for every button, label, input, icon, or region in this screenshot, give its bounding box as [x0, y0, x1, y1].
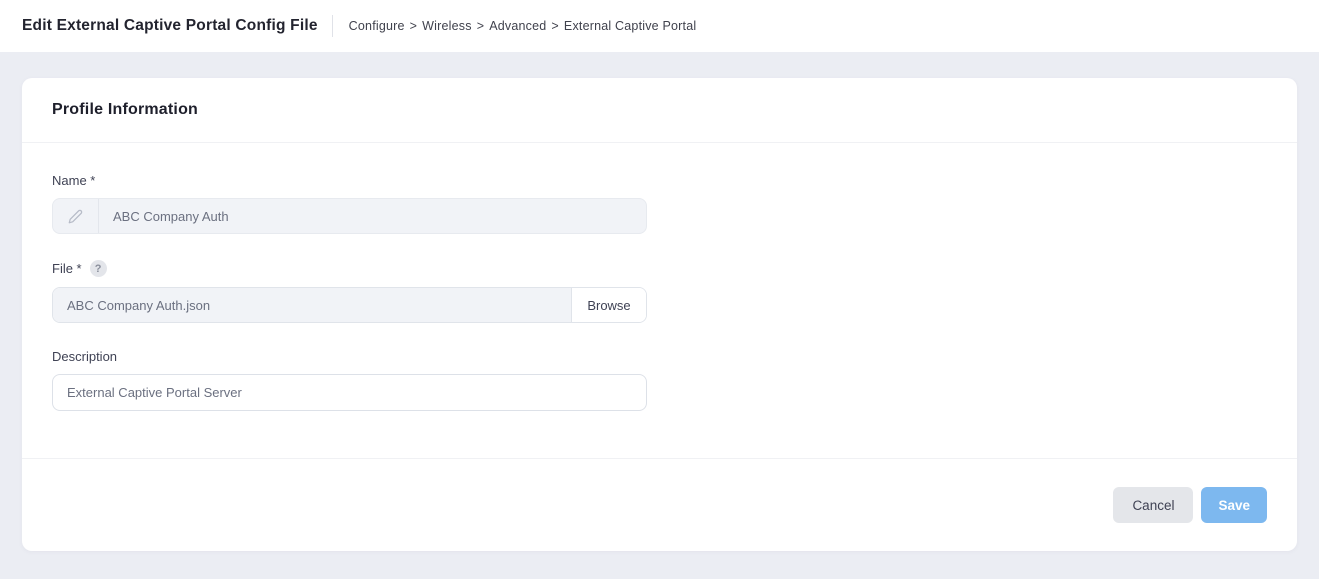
save-button[interactable]: Save [1201, 487, 1267, 523]
name-input-group [52, 198, 647, 234]
pencil-icon [53, 199, 99, 233]
card-title: Profile Information [52, 101, 1267, 119]
breadcrumb-item[interactable]: Advanced [489, 19, 546, 33]
card-header: Profile Information [22, 78, 1297, 143]
file-label: File * ? [52, 260, 647, 277]
breadcrumb-separator: > [551, 19, 559, 33]
name-field: Name * [52, 173, 647, 234]
description-field: Description [52, 349, 647, 411]
name-input[interactable] [99, 199, 646, 233]
help-icon[interactable]: ? [90, 260, 107, 277]
name-label: Name * [52, 173, 647, 188]
description-input[interactable] [52, 374, 647, 411]
breadcrumb[interactable]: Configure > Wireless > Advanced > External Cap… [349, 19, 697, 33]
cancel-button[interactable]: Cancel [1113, 487, 1193, 523]
description-label: Description [52, 349, 647, 364]
browse-button[interactable]: Browse [571, 288, 646, 322]
breadcrumb-separator: > [477, 19, 485, 33]
file-label-text: File * [52, 261, 82, 276]
breadcrumb-item[interactable]: Configure [349, 19, 405, 33]
file-field: File * ? ABC Company Auth.json Browse [52, 260, 647, 323]
topbar-divider [332, 15, 333, 37]
breadcrumb-item[interactable]: External Captive Portal [564, 19, 696, 33]
page-title: Edit External Captive Portal Config File [22, 17, 318, 35]
profile-information-card: Profile Information Name * File * ? ABC [22, 78, 1297, 551]
file-name-value: ABC Company Auth.json [53, 288, 571, 322]
breadcrumb-item[interactable]: Wireless [422, 19, 472, 33]
card-body: Name * File * ? ABC Company Auth.json Br… [22, 143, 1297, 458]
breadcrumb-separator: > [410, 19, 418, 33]
card-footer: Cancel Save [22, 458, 1297, 551]
file-input[interactable]: ABC Company Auth.json Browse [52, 287, 647, 323]
topbar: Edit External Captive Portal Config File… [0, 0, 1319, 52]
